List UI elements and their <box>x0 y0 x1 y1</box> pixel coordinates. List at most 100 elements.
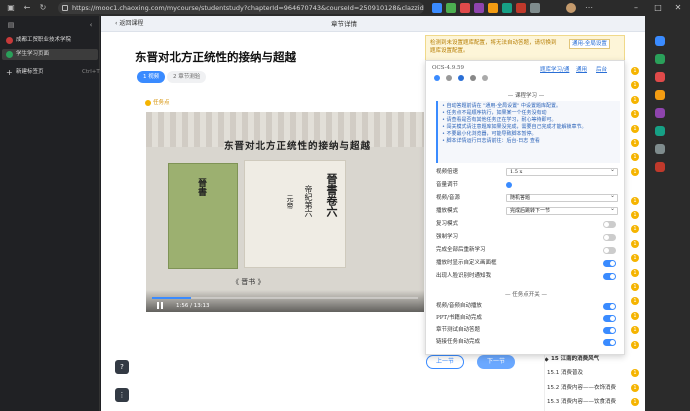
more-icon[interactable]: ⋯ <box>584 2 594 14</box>
tab-actions-icon[interactable]: ▤ <box>6 20 16 30</box>
option-label: 音量调节 <box>436 182 459 188</box>
task-toggle[interactable] <box>603 339 616 346</box>
ocs-note: • 脚本详情运行日志请前往：后台-日志 查看 <box>442 138 540 144</box>
minimize-icon[interactable]: – <box>626 0 646 16</box>
option-label: 视频/音源 <box>436 195 460 201</box>
option-select[interactable]: 完成后跳转下一节 <box>506 206 618 215</box>
task-toggle-label: 链接任务自动完成 <box>436 339 481 345</box>
tab-label: 成都工贸职业技术学院 <box>16 37 72 43</box>
task-badge-icon: 1 <box>631 268 639 277</box>
chapter-item[interactable]: 15.1 消费普及 1 <box>545 367 645 379</box>
back-to-course-button[interactable]: ‹ 返回课程 <box>115 19 143 29</box>
book-page-image: 晉書卷六 帝紀第六 元帝 <box>244 160 346 268</box>
prev-section-button[interactable]: 上一节 <box>426 355 464 369</box>
chapter-item[interactable]: 15.3 消费内容——饮食消费 1 <box>545 396 645 408</box>
task-toggle[interactable] <box>603 303 616 310</box>
page-header: ‹ 返回课程 章节详情 <box>101 16 645 32</box>
address-bar[interactable]: https://mooc1.chaoxing.com/mycourse/stud… <box>58 2 424 14</box>
new-tab-button[interactable]: + 新建标签页 Ctrl+T <box>2 67 100 78</box>
task-badge-icon: 1 <box>631 311 639 320</box>
progress-bar[interactable] <box>152 297 418 299</box>
extension-icon[interactable] <box>655 126 665 136</box>
task-toggle-label: 章节测试自动答题 <box>436 327 481 333</box>
ocs-nav-study[interactable]: 题库学习/通 <box>540 65 569 73</box>
video-player[interactable]: 东晋对北方正统性的接纳与超越 晉書 晉書卷六 帝紀第六 元帝 《 晋书 》 1:… <box>146 112 424 312</box>
extension-icon[interactable] <box>432 3 442 13</box>
ocs-note: • 闯关模式请注意题库如果没完成，需要自己完成才能解锁章节。 <box>442 124 587 130</box>
browser-tab[interactable]: 成都工贸职业技术学院 <box>2 35 98 46</box>
browser-right-rail <box>645 16 690 411</box>
option-select[interactable]: 1.5 x <box>506 167 618 176</box>
menu-button[interactable]: ⋮ <box>115 388 129 402</box>
ocs-toolbar-icon[interactable] <box>434 75 440 81</box>
volume-slider[interactable] <box>506 182 512 188</box>
search-icon[interactable] <box>655 36 665 46</box>
option-toggle[interactable] <box>603 247 616 254</box>
extension-icon[interactable] <box>655 54 665 64</box>
task-badge-icon: 1 <box>631 225 639 234</box>
task-badge-icon: 1 <box>631 124 639 133</box>
help-button[interactable]: ? <box>115 360 129 374</box>
section-course-study: — 课程学习 — <box>507 93 545 99</box>
chapter-item[interactable]: 15.2 消费内容——衣饰消费 1 <box>545 382 645 394</box>
book-cover-image: 晉書 <box>168 163 238 269</box>
option-label: 出现人脸识别时通知我 <box>436 273 492 279</box>
plus-icon: + <box>6 68 13 77</box>
globe-icon[interactable] <box>458 75 464 81</box>
task-toggle-label: PPT/书籍自动完成 <box>436 315 482 321</box>
extension-icon[interactable] <box>655 90 665 100</box>
ocs-nav-general[interactable]: 通用 <box>576 65 587 73</box>
tab-video[interactable]: 1 视频 <box>137 71 166 83</box>
extension-icon[interactable] <box>474 3 484 13</box>
refresh-icon[interactable] <box>470 75 476 81</box>
avatar[interactable] <box>566 3 576 13</box>
extension-icon[interactable] <box>530 3 540 13</box>
next-section-button[interactable]: 下一节 <box>477 355 515 369</box>
extension-icon[interactable] <box>446 3 456 13</box>
option-toggle[interactable] <box>603 234 616 241</box>
extension-icon[interactable] <box>502 3 512 13</box>
ocs-nav-backend[interactable]: 后台 <box>596 65 607 73</box>
ocs-panel: OCS-4.9.59 题库学习/通 通用 后台 — 课程学习 — • 自动答题前… <box>425 60 625 355</box>
pause-icon[interactable] <box>156 302 164 310</box>
video-time: 1:56 / 13:13 <box>176 303 210 309</box>
option-label: 播放时显示自定义画面框 <box>436 260 497 266</box>
task-badge-icon: 1 <box>631 254 639 263</box>
extension-icon[interactable] <box>460 3 470 13</box>
option-toggle[interactable] <box>603 221 616 228</box>
task-badge-icon: 1 <box>631 95 639 104</box>
extension-icon[interactable] <box>516 3 526 13</box>
task-badge-icon: 1 <box>631 211 639 219</box>
maximize-icon[interactable]: □ <box>648 0 668 16</box>
tab-chapter-quiz[interactable]: 2 章节测验 <box>167 71 207 83</box>
expand-icon[interactable] <box>482 75 488 81</box>
lock-icon <box>62 5 68 11</box>
gear-icon[interactable] <box>446 75 452 81</box>
extension-icon[interactable] <box>655 72 665 82</box>
extension-icon[interactable] <box>488 3 498 13</box>
extension-icon[interactable] <box>655 108 665 118</box>
book-page-mid: 帝紀第六 <box>304 185 313 217</box>
back-label: 返回课程 <box>119 20 144 27</box>
extension-icon[interactable] <box>655 162 665 172</box>
option-toggle[interactable] <box>603 260 616 267</box>
sidebar-toggle-icon[interactable]: ▣ <box>6 2 16 14</box>
option-toggle[interactable] <box>603 273 616 280</box>
course-page: ‹ 返回课程 章节详情 东晋对北方正统性的接纳与超越 1 视频 2 章节测验 任… <box>101 16 645 411</box>
global-settings-link[interactable]: 通用-全局设置 <box>569 39 610 49</box>
browser-tab-active[interactable]: 学生学习页面 <box>2 49 98 60</box>
refresh-icon[interactable]: ↻ <box>38 2 48 14</box>
task-toggle[interactable] <box>603 327 616 334</box>
task-toggle[interactable] <box>603 315 616 322</box>
back-icon[interactable]: ← <box>22 2 32 14</box>
extension-icon[interactable] <box>655 144 665 154</box>
ocs-notes: • 自动答题前请在 "通用-全局设置" 中设置题库配置。 • 任务点不是顺序执行，… <box>436 101 620 163</box>
option-label: 播放模式 <box>436 208 459 214</box>
task-badge-icon: 1 <box>631 369 639 378</box>
url-text: https://mooc1.chaoxing.com/mycourse/stud… <box>72 4 424 12</box>
option-label: 视频倍速 <box>436 169 459 175</box>
collapse-icon[interactable]: ‹ <box>86 20 96 30</box>
close-icon[interactable]: ✕ <box>668 0 688 16</box>
option-select[interactable]: 随机答题 <box>506 193 618 202</box>
task-badge-icon: 1 <box>631 239 639 248</box>
